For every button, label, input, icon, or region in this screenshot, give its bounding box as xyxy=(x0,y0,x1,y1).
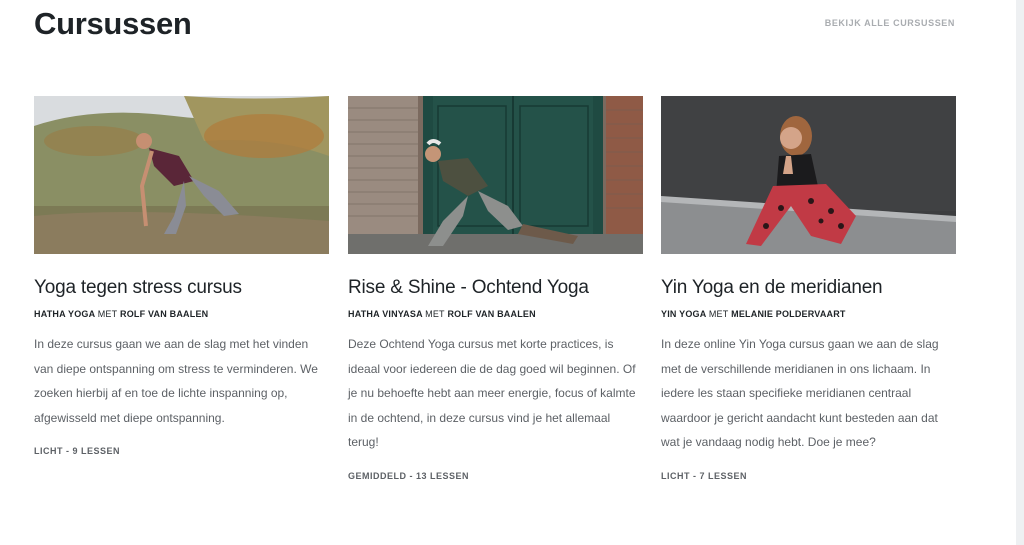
course-card[interactable]: Rise & Shine - Ochtend Yoga HATHA VINYAS… xyxy=(348,96,644,481)
view-all-courses-link[interactable]: BEKIJK ALLE CURSUSSEN xyxy=(825,18,955,28)
course-description: In deze cursus gaan we aan de slag met h… xyxy=(34,337,318,425)
course-title[interactable]: Yin Yoga en de meridianen xyxy=(661,277,957,299)
scrollbar-track[interactable] xyxy=(1016,0,1024,545)
course-teacher[interactable]: ROLF VAN BAALEN xyxy=(120,309,208,319)
meta-connector: MET xyxy=(425,309,445,319)
course-meta: HATHA VINYASA MET ROLF VAN BAALEN xyxy=(348,309,644,319)
course-level: GEMIDDELD - 13 LESSEN xyxy=(348,470,470,481)
course-title[interactable]: Yoga tegen stress cursus xyxy=(34,277,330,299)
course-level: LICHT - 7 LESSEN xyxy=(661,470,748,481)
course-style: HATHA YOGA xyxy=(34,309,96,319)
course-image[interactable] xyxy=(661,96,956,254)
course-image[interactable] xyxy=(348,96,643,254)
page-title: Cursussen xyxy=(34,6,192,41)
course-style: HATHA VINYASA xyxy=(348,309,423,319)
course-level: LICHT - 9 LESSEN xyxy=(34,446,121,456)
meta-connector: MET xyxy=(708,309,729,319)
course-teacher[interactable]: ROLF VAN BAALEN xyxy=(447,309,535,319)
course-meta: HATHA YOGA MET ROLF VAN BAALEN xyxy=(34,309,330,319)
course-title[interactable]: Rise & Shine - Ochtend Yoga xyxy=(348,277,644,299)
course-description: In deze online Yin Yoga cursus gaan we a… xyxy=(661,337,939,449)
course-style: YIN YOGA xyxy=(661,309,707,319)
course-card[interactable]: Yin Yoga en de meridianen YIN YOGA MET M… xyxy=(661,96,957,481)
course-teacher[interactable]: MELANIE POLDERVAART xyxy=(731,309,845,319)
course-card[interactable]: Yoga tegen stress cursus HATHA YOGA MET … xyxy=(34,96,330,456)
course-image[interactable] xyxy=(34,96,329,254)
course-description: Deze Ochtend Yoga cursus met korte pract… xyxy=(348,337,636,449)
course-meta: YIN YOGA MET MELANIE POLDERVAART xyxy=(661,309,957,319)
meta-connector: MET xyxy=(97,309,118,319)
